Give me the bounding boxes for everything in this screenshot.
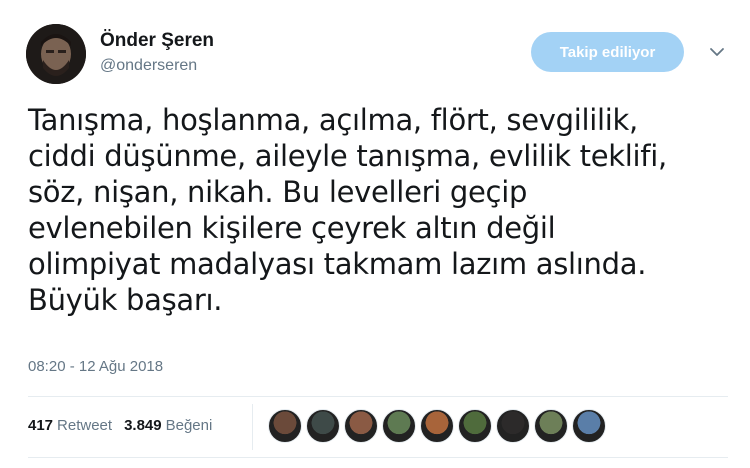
liker-avatar[interactable] [534,409,568,443]
tweet-text: Tanışma, hoşlanma, açılma, flört, sevgil… [28,103,667,317]
retweet-label: Retweet [57,417,113,434]
liker-avatars [268,409,606,443]
liker-avatar[interactable] [344,409,378,443]
author-handle[interactable]: @onderseren [100,57,197,75]
liker-avatar[interactable] [572,409,606,443]
retweet-count: 417 [28,417,54,434]
author-display-name[interactable]: Önder Şeren [100,30,214,52]
following-button[interactable]: Takip ediliyor [531,32,684,72]
divider-bottom [28,457,728,458]
stats-separator [252,404,253,450]
like-count: 3.849 [124,417,162,434]
liker-avatar[interactable] [496,409,530,443]
like-stat[interactable]: 3.849 Beğeni [124,417,212,434]
liker-avatar[interactable] [458,409,492,443]
chevron-down-icon[interactable] [707,42,727,62]
liker-avatar[interactable] [382,409,416,443]
author-avatar[interactable] [26,24,86,84]
divider-top [28,396,728,397]
like-label: Beğeni [165,417,213,434]
tweet-timestamp[interactable]: 08:20 - 12 Ağu 2018 [28,358,163,375]
liker-avatar[interactable] [420,409,454,443]
tweet-stats: 417 Retweet 3.849 Beğeni [28,417,212,434]
liker-avatar[interactable] [306,409,340,443]
liker-avatar[interactable] [268,409,302,443]
retweet-stat[interactable]: 417 Retweet [28,417,112,434]
